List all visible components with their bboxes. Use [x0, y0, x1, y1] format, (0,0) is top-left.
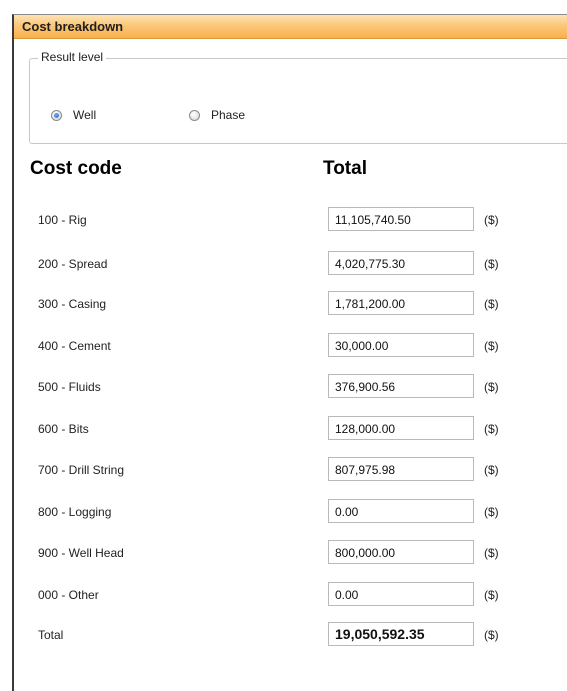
cost-row-total: Total 19,050,592.35 ($) — [0, 622, 555, 648]
cost-row-bits: 600 - Bits 128,000.00 ($) — [0, 416, 555, 442]
unit-label: ($) — [484, 546, 499, 560]
panel-title-bar: Cost breakdown — [14, 15, 567, 39]
cost-value-input[interactable]: 1,781,200.00 — [328, 291, 474, 315]
panel-title: Cost breakdown — [22, 19, 124, 34]
unit-label: ($) — [484, 422, 499, 436]
cost-value-input[interactable]: 30,000.00 — [328, 333, 474, 357]
cost-row-casing: 300 - Casing 1,781,200.00 ($) — [0, 291, 555, 317]
cost-code-label: 800 - Logging — [38, 505, 112, 519]
total-value-input[interactable]: 19,050,592.35 — [328, 622, 474, 646]
cost-code-label: 500 - Fluids — [38, 380, 101, 394]
radio-phase[interactable]: Phase — [189, 108, 259, 126]
unit-label: ($) — [484, 339, 499, 353]
cost-value-input[interactable]: 128,000.00 — [328, 416, 474, 440]
unit-label: ($) — [484, 213, 499, 227]
cost-row-logging: 800 - Logging 0.00 ($) — [0, 499, 555, 525]
cost-value-input[interactable]: 0.00 — [328, 499, 474, 523]
column-header-cost-code: Cost code — [30, 158, 122, 179]
unit-label: ($) — [484, 588, 499, 602]
cost-row-well-head: 900 - Well Head 800,000.00 ($) — [0, 540, 555, 566]
cost-value-input[interactable]: 11,105,740.50 — [328, 207, 474, 231]
unit-label: ($) — [484, 380, 499, 394]
cost-row-cement: 400 - Cement 30,000.00 ($) — [0, 333, 555, 359]
total-label: Total — [38, 628, 64, 642]
radio-well-indicator[interactable] — [51, 110, 62, 121]
cost-code-label: 100 - Rig — [38, 213, 87, 227]
cost-value-input[interactable]: 807,975.98 — [328, 457, 474, 481]
unit-label: ($) — [484, 463, 499, 477]
cost-value-input[interactable]: 0.00 — [328, 582, 474, 606]
cost-row-fluids: 500 - Fluids 376,900.56 ($) — [0, 374, 555, 400]
unit-label: ($) — [484, 297, 499, 311]
cost-code-label: 400 - Cement — [38, 339, 111, 353]
cost-row-drill-string: 700 - Drill String 807,975.98 ($) — [0, 457, 555, 483]
cost-row-other: 000 - Other 0.00 ($) — [0, 582, 555, 608]
radio-phase-indicator[interactable] — [189, 110, 200, 121]
cost-code-label: 000 - Other — [38, 588, 99, 602]
cost-code-label: 200 - Spread — [38, 257, 108, 271]
result-level-label: Result level — [38, 50, 107, 64]
cost-row-rig: 100 - Rig 11,105,740.50 ($) — [0, 207, 555, 233]
cost-code-label: 600 - Bits — [38, 422, 89, 436]
column-header-total: Total — [323, 158, 367, 179]
cost-code-label: 700 - Drill String — [38, 463, 125, 477]
cost-value-input[interactable]: 376,900.56 — [328, 374, 474, 398]
cost-value-input[interactable]: 800,000.00 — [328, 540, 474, 564]
cost-code-label: 300 - Casing — [38, 297, 107, 311]
unit-label: ($) — [484, 257, 499, 271]
cost-code-label: 900 - Well Head — [38, 546, 124, 560]
unit-label: ($) — [484, 505, 499, 519]
radio-well[interactable]: Well — [51, 108, 111, 126]
unit-label: ($) — [484, 628, 499, 642]
cost-row-spread: 200 - Spread 4,020,775.30 ($) — [0, 251, 555, 277]
radio-well-label[interactable]: Well — [73, 108, 96, 122]
radio-phase-label[interactable]: Phase — [211, 108, 245, 122]
cost-value-input[interactable]: 4,020,775.30 — [328, 251, 474, 275]
result-level-group — [29, 58, 567, 144]
